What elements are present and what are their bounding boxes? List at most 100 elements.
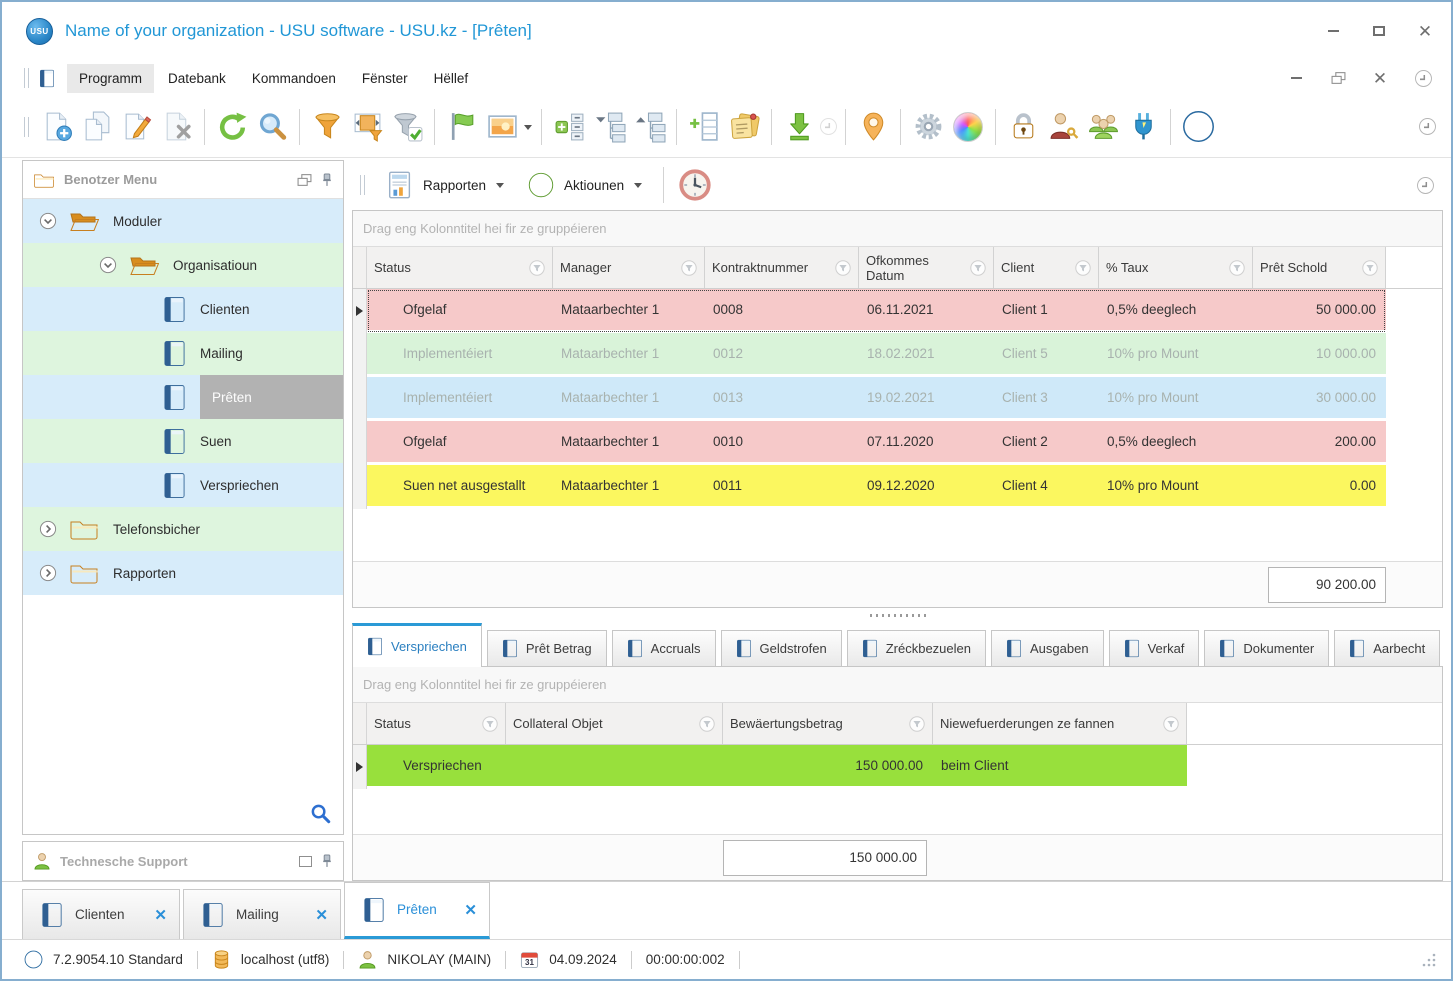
tab-zreckbezuelen[interactable]: Zréckbezuelen: [846, 630, 986, 666]
filter-funnel-icon[interactable]: [1163, 716, 1179, 732]
table-row[interactable]: Verspriechen 150 000.00 beim Client: [353, 745, 1442, 789]
plugin-button[interactable]: [1123, 107, 1163, 147]
tree-item-mailing[interactable]: Mailing: [23, 331, 343, 375]
users-button[interactable]: [1083, 107, 1123, 147]
grid-splitter[interactable]: [352, 608, 1443, 622]
tab-accruals[interactable]: Accruals: [611, 630, 716, 666]
flag-button[interactable]: [442, 107, 482, 147]
menubar-drag-handle[interactable]: [24, 68, 29, 88]
tab-pret-betrag[interactable]: Prêt Betrag: [486, 630, 607, 666]
column-header-ofkommes-datum[interactable]: Ofkommes Datum: [859, 247, 994, 288]
security-button[interactable]: [1003, 107, 1043, 147]
column-header-manager[interactable]: Manager: [553, 247, 705, 288]
actionsbar-drag-handle[interactable]: [360, 175, 365, 195]
search-button[interactable]: [252, 107, 292, 147]
filter-funnel-icon[interactable]: [482, 716, 498, 732]
close-tab-icon[interactable]: ✕: [315, 906, 328, 924]
column-header-niewefuerderungen[interactable]: Niewefuerderungen ze fannen: [933, 703, 1187, 744]
filter-funnel-icon[interactable]: [1229, 260, 1245, 276]
minimize-button[interactable]: [1325, 23, 1341, 39]
column-header-status[interactable]: Status: [367, 247, 553, 288]
copy-document-button[interactable]: [77, 107, 117, 147]
pin-panel-icon[interactable]: [321, 173, 333, 187]
filter-funnel-icon[interactable]: [970, 260, 986, 276]
tab-geldstrofen[interactable]: Geldstrofen: [720, 630, 842, 666]
close-button[interactable]: ✕: [1417, 23, 1433, 40]
filter-range-button[interactable]: [347, 107, 387, 147]
actionsbar-options-icon[interactable]: [1416, 176, 1435, 195]
table-row[interactable]: Suen net ausgestallt Mataarbechter 1 001…: [353, 465, 1442, 509]
user-rights-button[interactable]: [1043, 107, 1083, 147]
filter-funnel-icon[interactable]: [909, 716, 925, 732]
maximize-button[interactable]: [1371, 23, 1387, 39]
delete-document-button[interactable]: [157, 107, 197, 147]
toolbar-options-icon[interactable]: [1418, 117, 1437, 136]
close-tab-icon[interactable]: ✕: [464, 901, 477, 919]
tree-item-suen[interactable]: Suen: [23, 419, 343, 463]
reports-menu-button[interactable]: Rapporten: [377, 166, 514, 204]
mdi-minimize-button[interactable]: [1288, 70, 1304, 86]
tree-item-preten[interactable]: Prêten: [23, 375, 343, 419]
expand-node-icon[interactable]: [39, 564, 57, 582]
tree-search-icon[interactable]: [310, 803, 331, 824]
filter-funnel-icon[interactable]: [681, 260, 697, 276]
close-tab-icon[interactable]: ✕: [154, 906, 167, 924]
column-header-bewaertungsbetrag[interactable]: Bewäertungsbetrag: [723, 703, 933, 744]
export-options-icon[interactable]: [819, 117, 838, 136]
menu-item-hellef[interactable]: Hëllef: [422, 64, 481, 93]
filter-apply-button[interactable]: [387, 107, 427, 147]
notes-button[interactable]: [724, 107, 764, 147]
filter-funnel-icon[interactable]: [1362, 260, 1378, 276]
column-header-pret-schold[interactable]: Prêt Schold: [1253, 247, 1386, 288]
image-button[interactable]: [482, 107, 522, 147]
scheduler-button[interactable]: [675, 165, 715, 205]
actions-menu-button[interactable]: Aktiounen: [518, 166, 652, 204]
filter-funnel-icon[interactable]: [529, 260, 545, 276]
group-by-bar[interactable]: Drag eng Kolonntitel hei fir ze gruppéie…: [353, 211, 1442, 247]
filter-button[interactable]: [307, 107, 347, 147]
tree-item-telefonsbicher[interactable]: Telefonsbicher: [23, 507, 343, 551]
about-button[interactable]: [1178, 107, 1218, 147]
tab-verkaf[interactable]: Verkaf: [1108, 630, 1200, 666]
table-row[interactable]: Implementéiert Mataarbechter 1 0012 18.0…: [353, 333, 1442, 377]
filter-funnel-icon[interactable]: [1075, 260, 1091, 276]
menu-item-fenster[interactable]: Fënster: [350, 64, 420, 93]
window-tab-clienten[interactable]: Clienten ✕: [22, 889, 180, 939]
window-tab-mailing[interactable]: Mailing ✕: [183, 889, 341, 939]
table-row[interactable]: Implementéiert Mataarbechter 1 0013 19.0…: [353, 377, 1442, 421]
expand-up-button[interactable]: [629, 107, 669, 147]
tab-aarbecht[interactable]: Aarbecht: [1334, 630, 1441, 666]
refresh-button[interactable]: [212, 107, 252, 147]
expand-node-icon[interactable]: [39, 520, 57, 538]
filter-funnel-icon[interactable]: [699, 716, 715, 732]
expand-panel-icon[interactable]: [299, 855, 312, 867]
filter-funnel-icon[interactable]: [835, 260, 851, 276]
tree-item-moduler[interactable]: Moduler: [23, 199, 343, 243]
collapse-nodes-button[interactable]: [589, 107, 629, 147]
tree-item-rapporten[interactable]: Rapporten: [23, 551, 343, 595]
tab-ausgaben[interactable]: Ausgaben: [991, 630, 1104, 666]
edit-document-button[interactable]: [117, 107, 157, 147]
menu-item-programm[interactable]: Programm: [67, 63, 155, 93]
float-panel-icon[interactable]: [297, 173, 312, 187]
window-tab-preten[interactable]: Prêten ✕: [344, 882, 490, 939]
mdi-close-button[interactable]: ✕: [1372, 70, 1388, 87]
image-dropdown-caret[interactable]: [524, 124, 532, 134]
column-header-client[interactable]: Client: [994, 247, 1099, 288]
collapse-node-icon[interactable]: [99, 256, 117, 274]
settings-button[interactable]: [908, 107, 948, 147]
new-document-button[interactable]: [37, 107, 77, 147]
expand-nodes-button[interactable]: [549, 107, 589, 147]
resize-grip[interactable]: [1421, 952, 1437, 968]
appearance-button[interactable]: [948, 107, 988, 147]
tree-item-organisatioun[interactable]: Organisatioun: [23, 243, 343, 287]
column-header-status[interactable]: Status: [367, 703, 506, 744]
tree-item-clienten[interactable]: Clienten: [23, 287, 343, 331]
add-record-button[interactable]: [684, 107, 724, 147]
toolbar-drag-handle[interactable]: [24, 116, 29, 137]
table-row[interactable]: Ofgelaf Mataarbechter 1 0008 06.11.2021 …: [353, 289, 1442, 333]
location-button[interactable]: [853, 107, 893, 147]
menu-item-kommandoen[interactable]: Kommandoen: [240, 64, 348, 93]
tab-dokumenter[interactable]: Dokumenter: [1204, 630, 1330, 666]
tab-verspriechen[interactable]: Verspriechen: [352, 623, 482, 667]
